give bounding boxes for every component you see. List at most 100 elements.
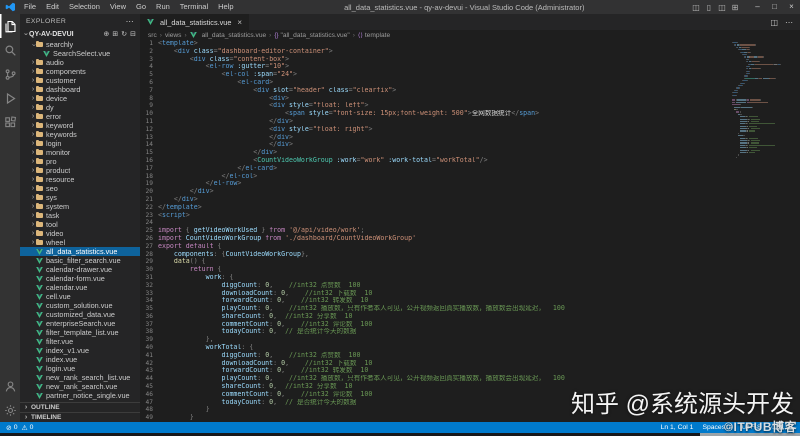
menu-view[interactable]: View: [105, 0, 131, 14]
line-number[interactable]: 6: [140, 79, 158, 87]
code-area[interactable]: 1 <template> 2 <div class="dashboard-edito…: [140, 40, 800, 422]
code-line[interactable]: 2 <div class="dashboard-editor-container…: [140, 48, 800, 56]
line-number[interactable]: 24: [140, 219, 158, 227]
line-number[interactable]: 10: [140, 110, 158, 118]
code-line[interactable]: 41 diggCount: 0, //int32 点赞数 100: [140, 352, 800, 360]
line-number[interactable]: 21: [140, 196, 158, 204]
code-line[interactable]: 32 diggCount: 0, //int32 点赞数 100: [140, 282, 800, 290]
tree-item-partner-notice-single-vue[interactable]: partner_notice_single.vue: [20, 391, 140, 400]
line-number[interactable]: 22: [140, 204, 158, 212]
line-number[interactable]: 38: [140, 328, 158, 336]
line-number[interactable]: 14: [140, 141, 158, 149]
menu-file[interactable]: File: [19, 0, 41, 14]
code-line[interactable]: 31 work: {: [140, 274, 800, 282]
code-line[interactable]: 19 </el-row>: [140, 180, 800, 188]
tree-item-components[interactable]: › components: [20, 67, 140, 76]
menu-edit[interactable]: Edit: [41, 0, 64, 14]
tree-item-resource[interactable]: › resource: [20, 175, 140, 184]
line-number[interactable]: 40: [140, 344, 158, 352]
new-file-icon[interactable]: ⊕: [104, 30, 110, 38]
menu-run[interactable]: Run: [151, 0, 175, 14]
code-line[interactable]: 42 downloadCount: 0, //int32 下载数 10: [140, 360, 800, 368]
code-line[interactable]: 28 components: {CountVideoWorkGroup},: [140, 251, 800, 259]
customize-layout-icon[interactable]: ⊞: [729, 3, 741, 12]
tree-item-index-vue[interactable]: index.vue: [20, 355, 140, 364]
line-number[interactable]: 16: [140, 157, 158, 165]
line-number[interactable]: 43: [140, 367, 158, 375]
panel-timeline[interactable]: › TIMELINE: [20, 412, 140, 422]
line-number[interactable]: 45: [140, 383, 158, 391]
tree-item-new-rank-search-vue[interactable]: new_rank_search.vue: [20, 382, 140, 391]
tree-item-sys[interactable]: › sys: [20, 193, 140, 202]
tree-item-tool[interactable]: › tool: [20, 220, 140, 229]
code-line[interactable]: 26 import CountVideoWorkGroup from './das…: [140, 235, 800, 243]
tree-item-searchly[interactable]: › searchly: [20, 40, 140, 49]
code-line[interactable]: 18 </el-col>: [140, 173, 800, 181]
line-number[interactable]: 47: [140, 399, 158, 407]
split-editor-icon[interactable]: ◫: [770, 18, 778, 27]
line-number[interactable]: 41: [140, 352, 158, 360]
tree-item-pro[interactable]: › pro: [20, 157, 140, 166]
tree-item-device[interactable]: › device: [20, 94, 140, 103]
tree-item-enterprisesearch-vue[interactable]: enterpriseSearch.vue: [20, 319, 140, 328]
code-line[interactable]: 17 </el-card>: [140, 165, 800, 173]
line-number[interactable]: 36: [140, 313, 158, 321]
new-folder-icon[interactable]: ⊞: [112, 30, 118, 38]
code-line[interactable]: 25 import { getVideoWorkUsed } from '@/ap…: [140, 227, 800, 235]
tree-item-dashboard[interactable]: › dashboard: [20, 85, 140, 94]
menu-go[interactable]: Go: [131, 0, 151, 14]
breadcrumb-item-views[interactable]: views: [165, 32, 182, 39]
minimize-button[interactable]: –: [749, 0, 766, 14]
breadcrumb-item-src[interactable]: src: [148, 32, 157, 39]
menu-selection[interactable]: Selection: [64, 0, 105, 14]
line-number[interactable]: 8: [140, 95, 158, 103]
line-number[interactable]: 30: [140, 266, 158, 274]
line-number[interactable]: 33: [140, 290, 158, 298]
code-line[interactable]: 33 downloadCount: 0, //int32 下载数 10: [140, 290, 800, 298]
tree-item-cell-vue[interactable]: cell.vue: [20, 292, 140, 301]
tab-all-data-statistics[interactable]: all_data_statistics.vue ×: [140, 14, 250, 30]
line-number[interactable]: 28: [140, 251, 158, 259]
settings-gear-icon[interactable]: [0, 398, 20, 422]
code-line[interactable]: 36 shareCount: 0, //int32 分享数 10: [140, 313, 800, 321]
tree-item-seo[interactable]: › seo: [20, 184, 140, 193]
line-number[interactable]: 23: [140, 212, 158, 220]
tree-item-filter-template-list-vue[interactable]: filter_template_list.vue: [20, 328, 140, 337]
line-number[interactable]: 31: [140, 274, 158, 282]
tree-item-all-data-statistics-vue[interactable]: all_data_statistics.vue: [20, 247, 140, 256]
tree-item-customer[interactable]: › customer: [20, 76, 140, 85]
close-icon[interactable]: ×: [237, 18, 242, 27]
code-line[interactable]: 5 <el-col :span="24">: [140, 71, 800, 79]
code-line[interactable]: 29 data() {: [140, 258, 800, 266]
search-icon[interactable]: [0, 38, 20, 62]
code-line[interactable]: 4 <el-row :gutter="10">: [140, 63, 800, 71]
code-line[interactable]: 44 playCount: 0, //int32 播放数，只有作者本人可见，公开…: [140, 375, 800, 383]
menu-terminal[interactable]: Terminal: [175, 0, 213, 14]
line-number[interactable]: 7: [140, 87, 158, 95]
code-line[interactable]: 22 </template>: [140, 204, 800, 212]
code-line[interactable]: 12 <div style="float: right">: [140, 126, 800, 134]
tree-item-calendar-vue[interactable]: calendar.vue: [20, 283, 140, 292]
toggle-primary-sidebar-icon[interactable]: ◫: [690, 3, 702, 12]
code-line[interactable]: 24: [140, 219, 800, 227]
code-line[interactable]: 1 <template>: [140, 40, 800, 48]
tree-item-task[interactable]: › task: [20, 211, 140, 220]
line-number[interactable]: 11: [140, 118, 158, 126]
explorer-icon[interactable]: [0, 14, 20, 38]
toggle-panel-icon[interactable]: ▯: [703, 3, 715, 12]
line-number[interactable]: 27: [140, 243, 158, 251]
tree-item-error[interactable]: › error: [20, 112, 140, 121]
tree-item-calendar-drawer-vue[interactable]: calendar-drawer.vue: [20, 265, 140, 274]
menu-help[interactable]: Help: [213, 0, 238, 14]
line-number[interactable]: 39: [140, 336, 158, 344]
line-number[interactable]: 42: [140, 360, 158, 368]
line-number[interactable]: 48: [140, 406, 158, 414]
code-line[interactable]: 15 </div>: [140, 149, 800, 157]
code-line[interactable]: 34 forwardCount: 0, //int32 转发数 10: [140, 297, 800, 305]
tree-item-product[interactable]: › product: [20, 166, 140, 175]
collapse-all-icon[interactable]: ⊟: [130, 30, 136, 38]
extensions-icon[interactable]: [0, 110, 20, 134]
project-section-header[interactable]: › QY-AV-DEVUI ⊕ ⊞ ↻ ⊟: [20, 28, 140, 40]
line-number[interactable]: 44: [140, 375, 158, 383]
code-line[interactable]: 20 </div>: [140, 188, 800, 196]
